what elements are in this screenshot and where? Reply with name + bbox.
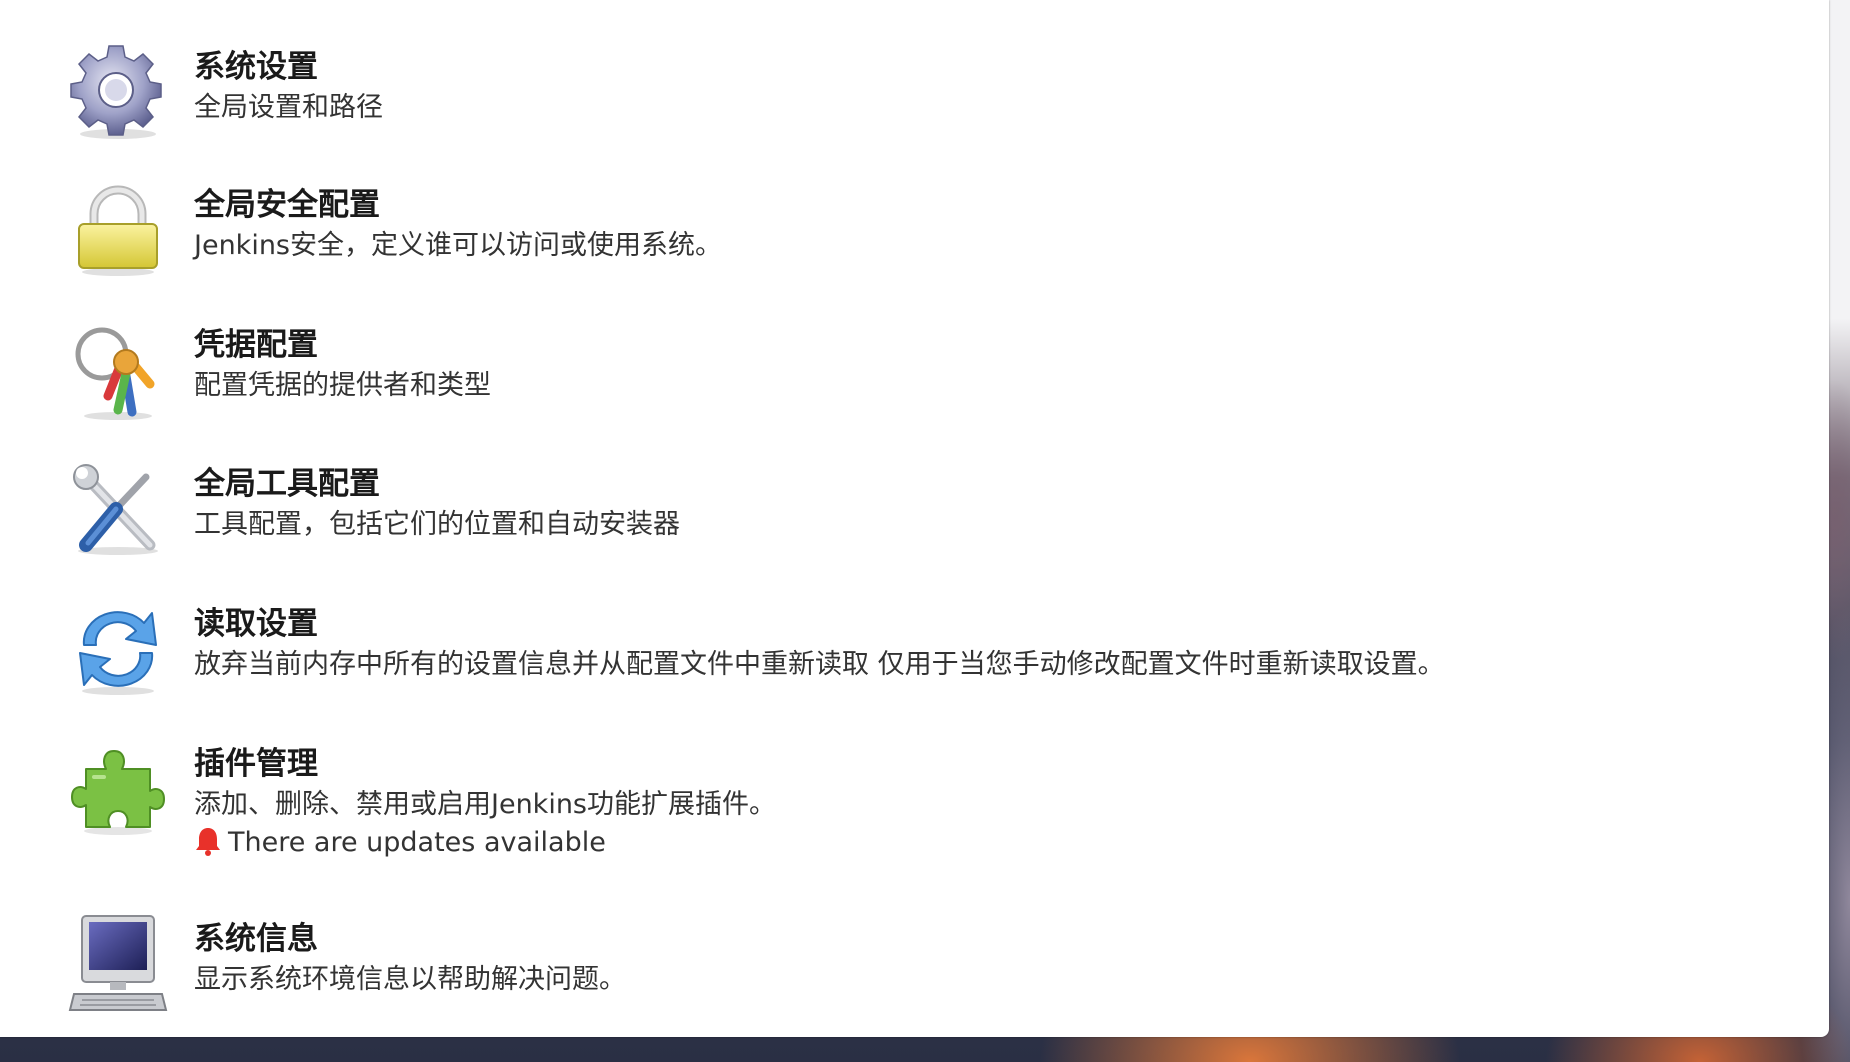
manage-item-reload-config[interactable]: 读取设置 放弃当前内存中所有的设置信息并从配置文件中重新读取 仅用于当您手动修改… [0,595,1700,705]
item-title: 系统信息 [194,921,318,957]
item-title: 读取设置 [194,606,318,642]
reload-icon [68,599,168,699]
item-description: 放弃当前内存中所有的设置信息并从配置文件中重新读取 仅用于当您手动修改配置文件时… [194,649,1445,680]
computer-icon [68,912,168,1012]
item-description: Jenkins安全，定义谁可以访问或使用系统。 [194,230,723,261]
item-description: 添加、删除、禁用或启用Jenkins功能扩展插件。 [194,789,777,820]
item-title: 全局工具配置 [194,466,380,502]
manage-item-global-tools[interactable]: 全局工具配置 工具配置，包括它们的位置和自动安装器 [0,455,1700,565]
item-title: 插件管理 [194,746,318,782]
update-notice-text: There are updates available [228,827,606,858]
item-description: 显示系统环境信息以帮助解决问题。 [194,964,626,995]
item-title: 凭据配置 [194,327,318,363]
manage-jenkins-window: 系统设置 全局设置和路径 全局安全配置 Jenkins安全，定义谁可以访问或使用… [0,0,1829,1037]
lock-icon [68,180,168,280]
manage-item-plugin-manager[interactable]: 插件管理 添加、删除、禁用或启用Jenkins功能扩展插件。 There are… [0,735,1700,875]
keys-icon [68,324,168,424]
update-notice: There are updates available [194,825,776,861]
manage-item-system-settings[interactable]: 系统设置 全局设置和路径 [0,38,1700,148]
bell-icon [194,826,222,856]
item-description: 工具配置，包括它们的位置和自动安装器 [194,509,680,540]
puzzle-icon [68,739,168,839]
item-title: 系统设置 [194,49,318,85]
tools-icon [68,459,168,559]
item-description: 全局设置和路径 [194,92,383,123]
manage-item-global-security[interactable]: 全局安全配置 Jenkins安全，定义谁可以访问或使用系统。 [0,176,1700,286]
item-title: 全局安全配置 [194,187,380,223]
item-description: 配置凭据的提供者和类型 [194,370,491,401]
gear-icon [68,42,168,142]
manage-item-credentials[interactable]: 凭据配置 配置凭据的提供者和类型 [0,316,1700,426]
manage-item-system-info[interactable]: 系统信息 显示系统环境信息以帮助解决问题。 [0,910,1700,1020]
